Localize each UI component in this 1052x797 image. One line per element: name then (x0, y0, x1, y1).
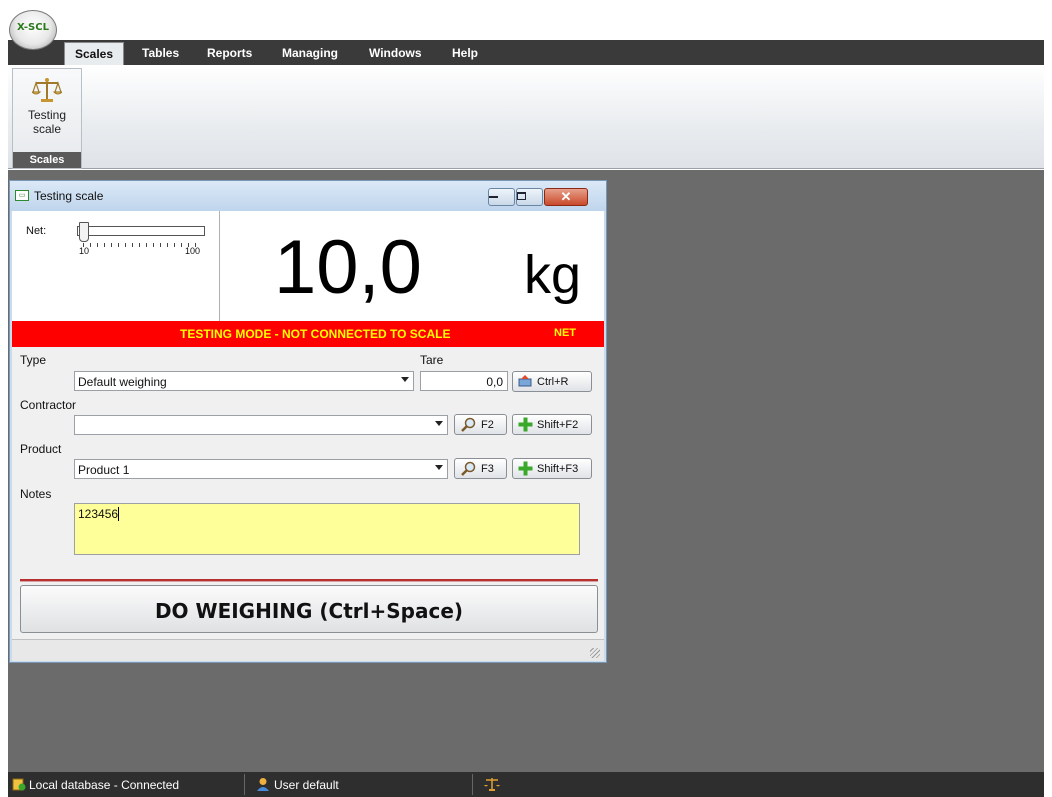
scale-icon (484, 776, 500, 795)
contractor-add-button[interactable]: Shift+F2 (512, 414, 592, 435)
text-caret (118, 507, 119, 521)
testing-scale-label: Testing scale (27, 108, 67, 136)
status-separator (472, 774, 473, 795)
net-label: Net: (26, 225, 47, 237)
do-weighing-label: DO WEIGHING (Ctrl+Space) (154, 599, 464, 623)
chevron-down-icon (401, 377, 409, 382)
separator-line (20, 579, 598, 582)
type-select-value: Default weighing (78, 375, 167, 389)
plus-icon (518, 461, 533, 479)
tare-button-label: Ctrl+R (537, 376, 569, 388)
net-slider-ticks (83, 243, 201, 247)
testing-scale-window: ▭ Testing scale ✕ Net: 10 100 10,0 kg TE… (9, 180, 607, 663)
ribbon-group-label: Scales (13, 152, 81, 168)
product-add-label: Shift+F3 (537, 463, 579, 475)
net-slider-max: 100 (185, 246, 201, 256)
tare-value: 0,0 (486, 375, 503, 389)
net-slider-thumb[interactable] (79, 222, 89, 242)
notes-textarea[interactable]: 123456 (74, 503, 580, 555)
product-add-button[interactable]: Shift+F3 (512, 458, 592, 479)
database-icon (12, 777, 26, 794)
do-weighing-button[interactable]: DO WEIGHING (Ctrl+Space) (20, 585, 598, 633)
tare-icon (518, 374, 532, 391)
app-logo[interactable]: X-SCL (9, 10, 57, 50)
title-area (0, 0, 1052, 40)
notes-label: Notes (20, 487, 52, 501)
product-select[interactable]: Product 1 (74, 459, 448, 479)
window-footer (12, 639, 604, 661)
product-search-label: F3 (481, 463, 494, 475)
search-icon (460, 417, 476, 435)
net-slider-min: 10 (79, 246, 90, 256)
status-strip: Local database - Connected User default (8, 772, 1044, 797)
chevron-down-icon (435, 421, 443, 426)
net-indicator: NET (554, 327, 576, 339)
menu-reports[interactable]: Reports (207, 46, 252, 60)
menu-bar: Scales Tables Reports Managing Windows H… (8, 40, 1044, 67)
window-titlebar[interactable]: ▭ Testing scale ✕ (10, 181, 606, 211)
weight-display: Net: 10 100 10,0 kg (12, 211, 604, 321)
ribbon-group-scales: Testing scale Scales (12, 68, 82, 169)
database-status: Local database - Connected (29, 778, 180, 792)
user-icon (256, 777, 270, 794)
menu-scales[interactable]: Scales (64, 42, 125, 67)
net-slider[interactable]: 10 100 (77, 222, 207, 262)
minimize-button[interactable] (488, 188, 515, 206)
contractor-search-label: F2 (481, 419, 494, 431)
display-divider (219, 211, 220, 321)
search-icon (460, 461, 476, 479)
contractor-select[interactable] (74, 415, 448, 435)
contractor-label: Contractor (20, 398, 77, 412)
scale-icon (30, 78, 64, 102)
resize-grip[interactable] (590, 648, 600, 658)
plus-icon (518, 417, 533, 435)
window-icon: ▭ (15, 190, 29, 201)
type-label: Type (20, 353, 47, 367)
contractor-search-button[interactable]: F2 (454, 414, 507, 435)
maximize-button[interactable] (516, 188, 543, 206)
status-separator (244, 774, 245, 795)
type-select[interactable]: Default weighing (74, 371, 414, 391)
window-title: Testing scale (34, 189, 104, 203)
product-label: Product (20, 442, 62, 456)
contractor-add-label: Shift+F2 (537, 419, 579, 431)
close-button[interactable]: ✕ (544, 188, 588, 206)
tare-button[interactable]: Ctrl+R (512, 371, 592, 392)
tare-input[interactable]: 0,0 (420, 371, 508, 391)
window-body: Net: 10 100 10,0 kg TESTING MODE - NOT C… (12, 211, 604, 639)
tare-label: Tare (420, 353, 444, 367)
user-status: User default (274, 778, 339, 792)
testing-scale-button[interactable]: Testing scale (15, 71, 79, 151)
chevron-down-icon (435, 465, 443, 470)
ribbon: Testing scale Scales (8, 65, 1044, 169)
net-slider-track (77, 226, 205, 236)
weight-unit: kg (524, 245, 582, 305)
weight-value: 10,0 (274, 225, 422, 310)
notes-value: 123456 (78, 507, 119, 521)
product-search-button[interactable]: F3 (454, 458, 507, 479)
menu-windows[interactable]: Windows (369, 46, 422, 60)
menu-managing[interactable]: Managing (282, 46, 338, 60)
mode-status-text: TESTING MODE - NOT CONNECTED TO SCALE (180, 327, 451, 341)
mode-status-bar: TESTING MODE - NOT CONNECTED TO SCALE NE… (12, 321, 604, 347)
menu-tables[interactable]: Tables (142, 46, 179, 60)
close-icon: ✕ (560, 189, 572, 204)
menu-help[interactable]: Help (452, 46, 478, 60)
product-select-value: Product 1 (78, 463, 130, 477)
